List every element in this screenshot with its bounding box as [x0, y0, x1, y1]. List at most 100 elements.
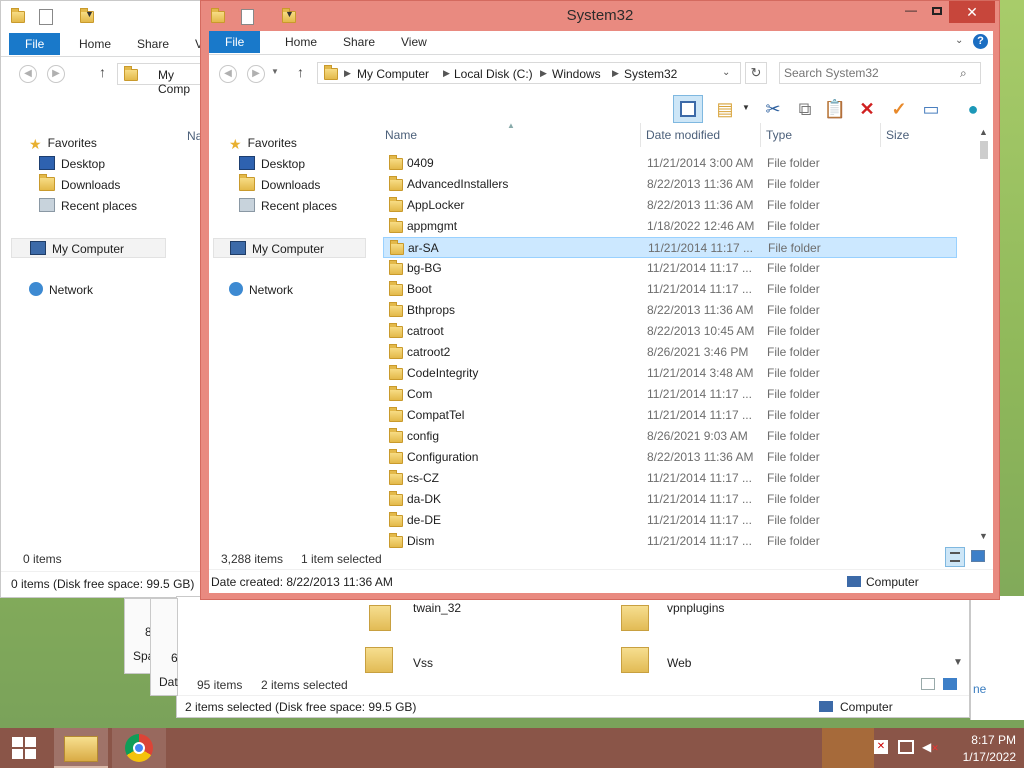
nav-favorites[interactable]: ★ Favorites: [29, 133, 97, 153]
details-view-icon[interactable]: [921, 678, 935, 690]
scroll-down-arrow[interactable]: ▼: [979, 531, 988, 541]
computer-icon: [30, 241, 46, 255]
chevron-down-icon[interactable]: ▼: [85, 9, 94, 19]
folder-icon: [390, 240, 404, 255]
nav-network[interactable]: Network: [29, 280, 93, 300]
network-status-icon[interactable]: [898, 740, 914, 754]
file-row[interactable]: CompatTel 11/21/2014 11:17 ... File folder: [383, 405, 957, 426]
clock-date[interactable]: 1/17/2022: [950, 750, 1016, 764]
start-button[interactable]: [0, 728, 48, 768]
file-type: File folder: [767, 219, 820, 233]
folder-icon: [389, 302, 403, 317]
file-row[interactable]: AdvancedInstallers 8/22/2013 11:36 AM File…: [383, 174, 957, 195]
folder-icon: [389, 533, 403, 548]
folder-tile[interactable]: [365, 641, 393, 673]
partial-label: 6: [171, 651, 178, 665]
file-row[interactable]: catroot 8/22/2013 10:45 AM File folder: [383, 321, 957, 342]
file-row[interactable]: Dism 11/21/2014 11:17 ... File folder: [383, 531, 957, 552]
properties-icon[interactable]: [39, 9, 53, 25]
scroll-thumb[interactable]: [980, 141, 988, 159]
folder-icon: [389, 197, 403, 212]
chrome-icon: [125, 734, 153, 762]
item-name[interactable]: Vss: [413, 656, 433, 670]
taskbar-explorer-button[interactable]: [54, 728, 108, 768]
file-type: File folder: [767, 156, 820, 170]
item-name[interactable]: Web: [667, 656, 691, 670]
file-row[interactable]: Configuration 8/22/2013 11:36 AM File fold…: [383, 447, 957, 468]
file-row[interactable]: bg-BG 11/21/2014 11:17 ... File folder: [383, 258, 957, 279]
file-row[interactable]: de-DE 11/21/2014 11:17 ... File folder: [383, 510, 957, 531]
file-name: cs-CZ: [407, 471, 439, 485]
taskbar-chrome-button[interactable]: [112, 728, 166, 768]
status-text: 0 items (Disk free space: 99.5 GB): [11, 577, 195, 591]
bg-address-bar[interactable]: My Comp: [117, 63, 206, 96]
details-view-button[interactable]: [945, 547, 965, 567]
folder-tile[interactable]: [621, 641, 649, 673]
back-button[interactable]: ◀: [19, 65, 37, 83]
nav-desktop[interactable]: Desktop: [39, 154, 105, 174]
file-row[interactable]: AppLocker 8/22/2013 11:36 AM File folder: [383, 195, 957, 216]
forward-button[interactable]: ▶: [47, 65, 65, 83]
main-explorer-window[interactable]: ▼ System32 — ✕ File Home Share View ⌄ ? …: [200, 0, 1000, 600]
action-center-icon[interactable]: ✕: [874, 740, 888, 754]
file-type: File folder: [767, 303, 820, 317]
bg-title-bar[interactable]: ▼: [1, 1, 206, 31]
file-row[interactable]: da-DK 11/21/2014 11:17 ... File folder: [383, 489, 957, 510]
file-date: 11/21/2014 11:17 ...: [647, 282, 752, 296]
stacked-window-2[interactable]: 6 Dat: [150, 598, 178, 696]
file-row[interactable]: Boot 11/21/2014 11:17 ... File folder: [383, 279, 957, 300]
file-row[interactable]: appmgmt 1/18/2022 12:46 AM File folder: [383, 216, 957, 237]
up-button[interactable]: ↑: [99, 64, 106, 80]
nav-my-computer[interactable]: My Computer: [11, 238, 166, 258]
close-icon: ✕: [966, 4, 978, 20]
background-explorer-window[interactable]: ▼ File Home Share V ◀ ▶ ↑ My Comp ★ Favor…: [0, 0, 206, 598]
item-name[interactable]: twain_32: [413, 601, 461, 615]
file-date: 8/22/2013 10:45 AM: [647, 324, 755, 338]
window-title: System32: [566, 7, 634, 24]
scrollbar[interactable]: ▲ ▼: [977, 123, 991, 547]
network-icon: [29, 282, 43, 296]
file-row[interactable]: cs-CZ 11/21/2014 11:17 ... File folder: [383, 468, 957, 489]
file-date: 11/21/2014 11:17 ...: [647, 471, 752, 485]
file-row[interactable]: ar-SA 11/21/2014 11:17 ... File folder: [383, 237, 957, 258]
scroll-up-arrow[interactable]: ▲: [979, 127, 988, 137]
file-row[interactable]: 0409 11/21/2014 3:00 AM File folder: [383, 153, 957, 174]
tab-home[interactable]: Home: [65, 33, 125, 55]
location-text: Computer: [840, 700, 893, 714]
file-type: File folder: [767, 324, 820, 338]
back-explorer-window[interactable]: twain_32 vpnplugins Vss Web ▼ 95 items 2…: [176, 596, 970, 718]
tab-file[interactable]: File: [9, 33, 61, 55]
tab-share[interactable]: Share: [123, 33, 183, 55]
minimize-button[interactable]: —: [901, 3, 921, 21]
close-button[interactable]: ✕: [949, 1, 995, 23]
file-name: CodeIntegrity: [407, 366, 479, 380]
status-bar: Date created: 8/22/2013 11:36 AM Compute…: [209, 569, 993, 593]
file-row[interactable]: Bthprops 8/22/2013 11:36 AM File folder: [383, 300, 957, 321]
file-row[interactable]: catroot2 8/26/2021 3:46 PM File folder: [383, 342, 957, 363]
item-name[interactable]: vpnplugins: [667, 601, 724, 615]
bg-ribbon-tabs: File Home Share V: [1, 33, 206, 57]
large-icons-view-button[interactable]: [971, 550, 985, 562]
file-type: File folder: [767, 261, 820, 275]
file-row[interactable]: Com 11/21/2014 11:17 ... File folder: [383, 384, 957, 405]
nav-recent-places[interactable]: Recent places: [39, 196, 137, 216]
file-date: 8/26/2021 3:46 PM: [647, 345, 749, 359]
folder-tile[interactable]: [369, 599, 391, 631]
maximize-button[interactable]: [927, 3, 947, 21]
folder-tile[interactable]: [621, 599, 649, 631]
clock-time[interactable]: 8:17 PM: [950, 733, 1016, 747]
nav-downloads[interactable]: Downloads: [39, 174, 120, 195]
scroll-down-arrow[interactable]: ▼: [953, 657, 963, 668]
status-text: 2 items selected (Disk free space: 99.5 …: [185, 700, 417, 714]
folder-icon: [389, 407, 403, 422]
file-name: Dism: [407, 534, 435, 548]
file-date: 11/21/2014 11:17 ...: [647, 534, 752, 548]
file-row[interactable]: CodeIntegrity 11/21/2014 3:48 AM File fold…: [383, 363, 957, 384]
file-name: de-DE: [407, 513, 442, 527]
file-date: 8/22/2013 11:36 AM: [647, 303, 754, 317]
volume-icon[interactable]: ◀✕: [922, 740, 939, 754]
file-list: 0409 11/21/2014 3:00 AM File folder Advance…: [209, 31, 993, 593]
file-type: File folder: [767, 366, 820, 380]
large-icons-view-icon[interactable]: [943, 678, 957, 690]
file-row[interactable]: config 8/26/2021 9:03 AM File folder: [383, 426, 957, 447]
